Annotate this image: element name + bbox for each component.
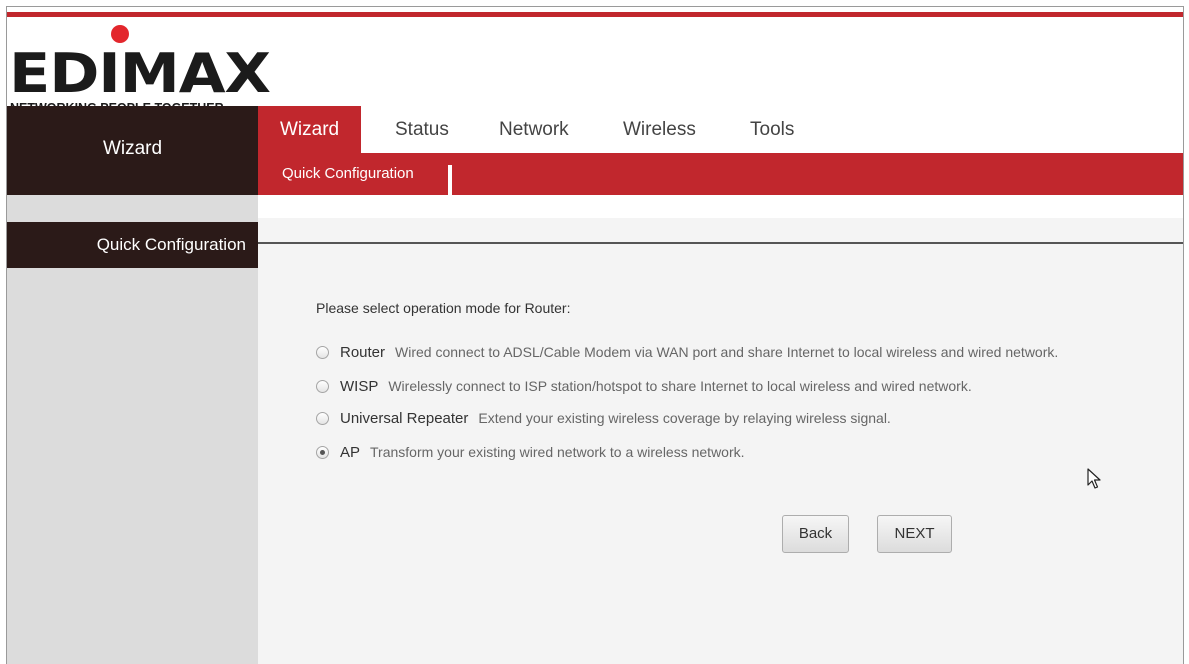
sub-nav: Quick Configuration bbox=[258, 153, 1183, 195]
option-description: Transform your existing wired network to… bbox=[370, 444, 745, 460]
logo-wordmark: EDIMAX bbox=[9, 42, 271, 105]
ap-radio[interactable] bbox=[316, 445, 329, 459]
tab-status[interactable]: Status bbox=[395, 106, 449, 153]
sidebar-item-label: Quick Configuration bbox=[96, 235, 246, 254]
mode-option-router[interactable]: Router Wired connect to ADSL/Cable Modem… bbox=[316, 341, 1058, 363]
main-content: Please select operation mode for Router:… bbox=[258, 195, 1183, 664]
mouse-pointer-icon bbox=[1087, 468, 1101, 489]
subtab-active-marker bbox=[448, 165, 452, 195]
edimax-logo: EDIMAX NETWORKING PEOPLE TOGETHER bbox=[9, 23, 271, 115]
universal-repeater-radio[interactable] bbox=[316, 411, 329, 425]
mode-option-ap[interactable]: AP Transform your existing wired network… bbox=[316, 441, 745, 463]
mode-option-universal-repeater[interactable]: Universal Repeater Extend your existing … bbox=[316, 407, 891, 429]
content-header-strip bbox=[258, 195, 1183, 218]
option-description: Wired connect to ADSL/Cable Modem via WA… bbox=[395, 344, 1059, 360]
left-header: Wizard bbox=[7, 106, 258, 195]
operation-mode-prompt: Please select operation mode for Router: bbox=[316, 300, 571, 316]
option-name: Router bbox=[340, 343, 386, 361]
option-description: Wirelessly connect to ISP station/hotspo… bbox=[388, 378, 972, 394]
router-radio[interactable] bbox=[316, 345, 329, 359]
section-divider bbox=[258, 242, 1183, 244]
option-name: WISP bbox=[340, 377, 379, 395]
tab-wizard[interactable]: Wizard bbox=[258, 106, 362, 153]
tab-tools[interactable]: Tools bbox=[750, 106, 794, 153]
left-header-label: Wizard bbox=[102, 138, 163, 159]
sidebar-item-quick-configuration[interactable]: Quick Configuration bbox=[7, 222, 258, 268]
tab-wireless[interactable]: Wireless bbox=[623, 106, 696, 153]
back-button[interactable]: Back bbox=[782, 515, 849, 553]
option-name: AP bbox=[340, 443, 361, 461]
tab-network[interactable]: Network bbox=[499, 106, 569, 153]
logo-red-dot bbox=[111, 25, 129, 43]
subtab-quick-configuration[interactable]: Quick Configuration bbox=[282, 165, 414, 182]
main-nav: Wizard Status Network Wireless Tools bbox=[258, 106, 1183, 153]
sidebar: Quick Configuration bbox=[7, 195, 258, 664]
option-description: Extend your existing wireless coverage b… bbox=[478, 410, 891, 426]
next-button[interactable]: NEXT bbox=[877, 515, 952, 553]
wisp-radio[interactable] bbox=[316, 379, 329, 393]
mode-option-wisp[interactable]: WISP Wirelessly connect to ISP station/h… bbox=[316, 375, 972, 397]
option-name: Universal Repeater bbox=[340, 409, 469, 427]
top-accent-bar bbox=[7, 12, 1183, 17]
router-admin-window: EDIMAX NETWORKING PEOPLE TOGETHER Wizard… bbox=[6, 6, 1184, 664]
